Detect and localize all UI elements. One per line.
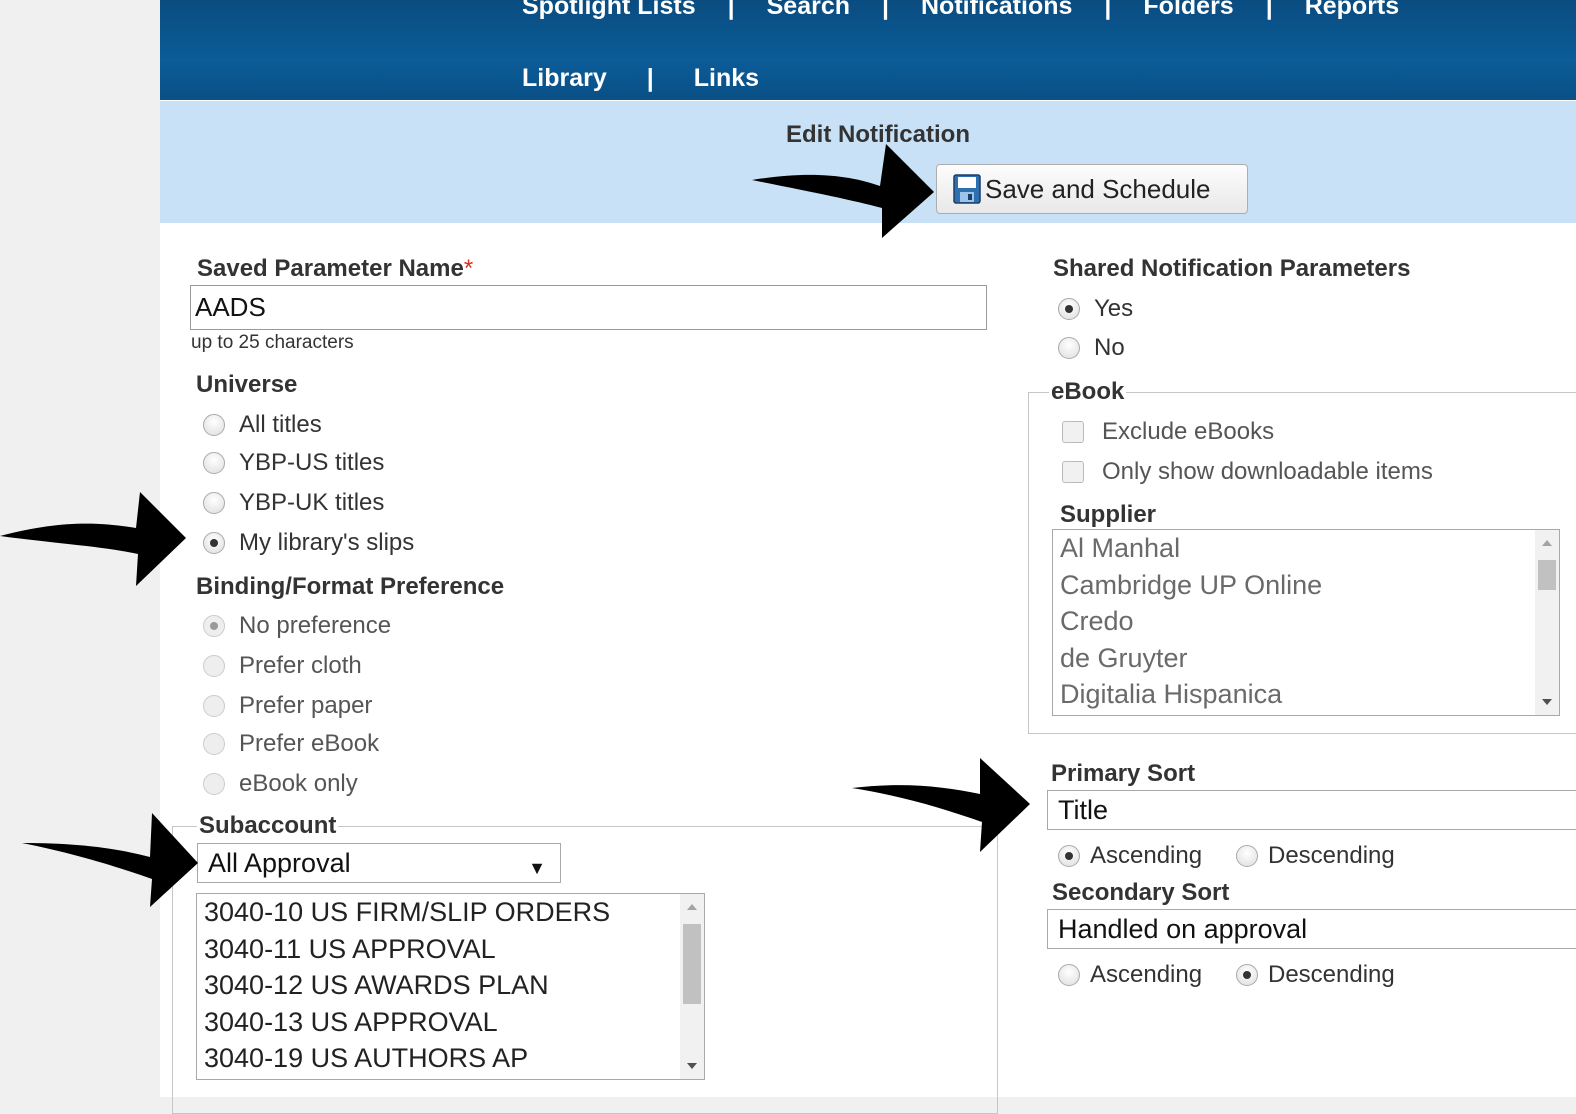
list-item[interactable]: Digitalia Hispanica: [1053, 676, 1559, 713]
list-item[interactable]: 3040-19 US AUTHORS AP: [197, 1040, 704, 1077]
list-item[interactable]: Al Manhal: [1053, 530, 1559, 567]
top-navigation: Spotlight Lists | Search | Notifications | Fol…: [160, 0, 1576, 100]
secondary-sort-descending[interactable]: Descending: [1236, 961, 1395, 989]
scrollbar[interactable]: [1535, 530, 1559, 715]
nav-separator: |: [1265, 0, 1273, 20]
binding-option-prefer-paper[interactable]: Prefer paper: [203, 692, 372, 720]
scroll-down-icon[interactable]: [687, 1063, 697, 1069]
radio-button[interactable]: [203, 695, 225, 717]
shared-option-yes[interactable]: Yes: [1058, 295, 1133, 323]
list-item[interactable]: 3040-11 US APPROVAL: [197, 931, 704, 968]
radio-button-selected[interactable]: [203, 615, 225, 637]
radio-button[interactable]: [203, 733, 225, 755]
arrow-to-my-library-slips-icon: [0, 492, 186, 586]
arrow-to-primary-sort-icon: [852, 758, 1030, 852]
ebook-legend: eBook: [1051, 378, 1125, 405]
nav-link-reports[interactable]: Reports: [1305, 0, 1399, 21]
supplier-label: Supplier: [1060, 501, 1157, 528]
list-item[interactable]: Credo: [1053, 603, 1559, 640]
universe-option-my-library-slips[interactable]: My library's slips: [203, 529, 414, 557]
radio-button-selected[interactable]: [203, 532, 225, 554]
arrow-to-save-icon: [752, 144, 934, 238]
nav-link-spotlight-lists[interactable]: Spotlight Lists: [522, 0, 696, 21]
nav-separator: |: [727, 0, 735, 20]
saved-parameter-name-input[interactable]: AADS: [190, 285, 987, 330]
nav-separator: |: [882, 0, 889, 20]
scrollbar[interactable]: [680, 894, 704, 1079]
arrow-to-subaccount-icon: [22, 813, 198, 907]
nav-link-library[interactable]: Library: [522, 64, 607, 93]
subaccount-select[interactable]: All Approval ▼: [197, 843, 561, 883]
nav-row-1: Spotlight Lists | Search | Notifications | Fol…: [522, 0, 1399, 21]
required-marker: *: [463, 255, 474, 282]
subaccount-legend: Subaccount: [199, 812, 337, 839]
list-item[interactable]: 3040-12 US AWARDS PLAN: [197, 967, 704, 1004]
radio-button[interactable]: [1058, 964, 1080, 986]
nav-separator: |: [646, 64, 654, 92]
floppy-disk-icon: [953, 174, 981, 204]
nav-link-search[interactable]: Search: [767, 0, 850, 21]
universe-option-ybp-us[interactable]: YBP-US titles: [203, 449, 384, 477]
nav-row-2: Library | Links: [522, 64, 759, 93]
radio-button[interactable]: [1236, 845, 1258, 867]
radio-button-selected[interactable]: [1058, 845, 1080, 867]
secondary-sort-select[interactable]: Handled on approval: [1047, 909, 1576, 949]
binding-option-prefer-cloth[interactable]: Prefer cloth: [203, 652, 362, 680]
downloadable-items-checkbox[interactable]: Only show downloadable items: [1062, 458, 1433, 486]
radio-button[interactable]: [203, 414, 225, 436]
shared-notification-label: Shared Notification Parameters: [1053, 255, 1411, 282]
subaccount-select-value: All Approval: [208, 847, 351, 878]
radio-button[interactable]: [203, 655, 225, 677]
shared-option-no[interactable]: No: [1058, 334, 1125, 362]
primary-sort-descending[interactable]: Descending: [1236, 842, 1395, 870]
primary-sort-ascending[interactable]: Ascending: [1058, 842, 1202, 870]
list-item[interactable]: de Gruyter: [1053, 640, 1559, 677]
radio-button[interactable]: [1058, 337, 1080, 359]
primary-sort-value: Title: [1058, 794, 1109, 825]
save-and-schedule-button[interactable]: Save and Schedule: [936, 164, 1248, 214]
checkbox[interactable]: [1062, 461, 1084, 483]
exclude-ebooks-checkbox[interactable]: Exclude eBooks: [1062, 418, 1274, 446]
saved-parameter-name-label: Saved Parameter Name*: [197, 255, 474, 282]
scrollbar-thumb[interactable]: [683, 924, 701, 1004]
scroll-up-icon[interactable]: [1542, 540, 1552, 546]
radio-button-selected[interactable]: [1058, 298, 1080, 320]
universe-label: Universe: [196, 371, 298, 398]
binding-option-ebook-only[interactable]: eBook only: [203, 770, 358, 798]
subaccount-listbox[interactable]: 3040-10 US FIRM/SLIP ORDERS 3040-11 US A…: [196, 893, 705, 1080]
binding-format-label: Binding/Format Preference: [196, 573, 505, 600]
scroll-down-icon[interactable]: [1542, 699, 1552, 705]
secondary-sort-ascending[interactable]: Ascending: [1058, 961, 1202, 989]
nav-separator: |: [1104, 0, 1112, 20]
secondary-sort-value: Handled on approval: [1058, 913, 1308, 944]
chevron-down-icon: ▼: [528, 858, 546, 878]
radio-button[interactable]: [203, 452, 225, 474]
supplier-listbox[interactable]: Al Manhal Cambridge UP Online Credo de G…: [1052, 529, 1560, 716]
list-item[interactable]: Cambridge UP Online: [1053, 567, 1559, 604]
secondary-sort-label: Secondary Sort: [1052, 879, 1230, 906]
nav-link-folders[interactable]: Folders: [1143, 0, 1233, 21]
binding-option-prefer-ebook[interactable]: Prefer eBook: [203, 730, 379, 758]
list-item[interactable]: 3040-13 US APPROVAL: [197, 1004, 704, 1041]
save-button-label: Save and Schedule: [985, 173, 1211, 204]
checkbox[interactable]: [1062, 421, 1084, 443]
nav-link-links[interactable]: Links: [694, 64, 759, 93]
list-item[interactable]: 3040-10 US FIRM/SLIP ORDERS: [197, 894, 704, 931]
scrollbar-thumb[interactable]: [1538, 560, 1556, 590]
radio-button-selected[interactable]: [1236, 964, 1258, 986]
primary-sort-select[interactable]: Title: [1047, 790, 1576, 830]
primary-sort-label: Primary Sort: [1051, 760, 1196, 787]
radio-button[interactable]: [203, 773, 225, 795]
binding-option-no-preference[interactable]: No preference: [203, 612, 391, 640]
saved-parameter-hint: up to 25 characters: [191, 332, 354, 353]
scroll-up-icon[interactable]: [687, 904, 697, 910]
radio-button[interactable]: [203, 492, 225, 514]
nav-link-notifications[interactable]: Notifications: [921, 0, 1072, 21]
universe-option-ybp-uk[interactable]: YBP-UK titles: [203, 489, 384, 517]
universe-option-all-titles[interactable]: All titles: [203, 411, 322, 439]
